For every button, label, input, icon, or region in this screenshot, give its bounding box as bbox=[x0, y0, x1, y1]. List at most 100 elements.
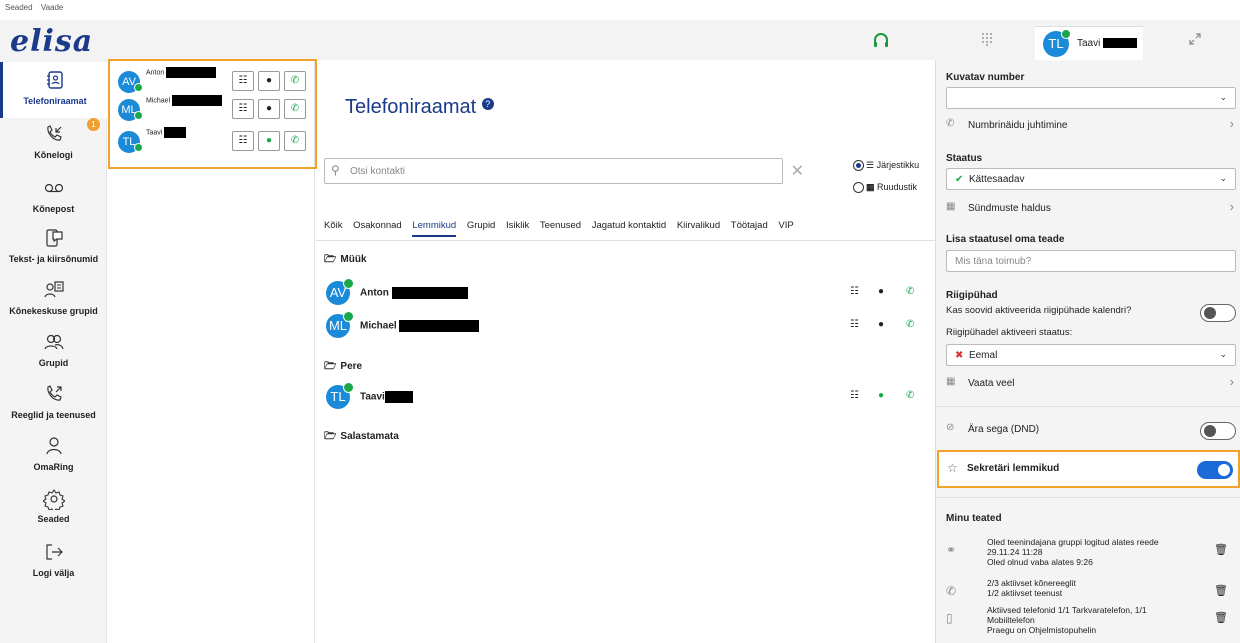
status-message-label: Lisa staatusel oma teade bbox=[946, 234, 1065, 245]
call-icon[interactable]: ✆ bbox=[906, 286, 914, 297]
holidays-toggle[interactable] bbox=[1200, 304, 1236, 322]
trash-icon[interactable]: 🗑 bbox=[1214, 543, 1228, 556]
message-button[interactable]: ● bbox=[258, 99, 280, 119]
sidebar-item-messages[interactable]: Tekst- ja kiirsõnumid bbox=[0, 222, 107, 274]
transfer-button[interactable]: ☷ bbox=[232, 131, 254, 151]
gear-icon bbox=[41, 488, 66, 513]
divider bbox=[935, 497, 1240, 498]
favorite-name: Taavi bbox=[146, 129, 163, 137]
sidebar-item-label: Kõnelogi bbox=[34, 150, 73, 160]
see-more-link[interactable]: ▦ Vaata veel › bbox=[946, 374, 1236, 394]
events-link[interactable]: ▦ Sündmuste haldus › bbox=[946, 199, 1236, 219]
numbers-link[interactable]: ✆ Numbrinäidu juhtimine › bbox=[946, 116, 1236, 136]
trash-icon[interactable]: 🗑 bbox=[1214, 611, 1228, 624]
status-message-placeholder: Mis täna toimub? bbox=[955, 256, 1032, 267]
tab-departments[interactable]: Osakonnad bbox=[353, 220, 402, 235]
sidebar-item-phonebook[interactable]: Telefoniraamat bbox=[0, 62, 107, 118]
notice-line: Oled olnud vaba alates 9:26 bbox=[987, 557, 1093, 567]
view-grid-radio[interactable]: ▦ Ruudustik bbox=[853, 182, 918, 194]
redacted-block bbox=[164, 127, 187, 138]
tab-shared-contacts[interactable]: Jagatud kontaktid bbox=[592, 220, 666, 235]
contact-row[interactable]: ML Michael ☷ ● ✆ bbox=[326, 311, 926, 338]
trash-icon[interactable]: 🗑 bbox=[1214, 584, 1228, 597]
toggle-knob bbox=[1204, 307, 1216, 319]
tab-speed-dials[interactable]: Kiirvalikud bbox=[677, 220, 720, 235]
redacted-block bbox=[391, 287, 468, 299]
transfer-button[interactable]: ☷ bbox=[232, 71, 254, 91]
transfer-icon[interactable]: ☷ bbox=[850, 390, 859, 401]
sidebar: Telefoniraamat 1 Kõnelogi Kõnepost Tekst… bbox=[0, 60, 107, 643]
toggle-knob bbox=[1204, 425, 1216, 437]
dialpad-icon[interactable] bbox=[980, 32, 994, 46]
search-input[interactable]: ⚲ Otsi kontakti ✕ bbox=[324, 158, 804, 184]
dnd-toggle[interactable] bbox=[1200, 422, 1236, 440]
phonebook-tabs: Kõik Osakonnad Lemmikud Grupid Isiklik T… bbox=[324, 220, 802, 240]
transfer-button[interactable]: ☷ bbox=[232, 99, 254, 119]
events-link-label: Sündmuste haldus bbox=[968, 203, 1051, 214]
sidebar-item-call-log[interactable]: 1 Kõnelogi bbox=[0, 118, 107, 170]
online-status-icon bbox=[1061, 29, 1071, 39]
group-header[interactable]: 🗁 Pere bbox=[324, 359, 362, 376]
tab-all[interactable]: Kõik bbox=[324, 220, 342, 235]
group-header[interactable]: 🗁 Müük bbox=[324, 252, 367, 269]
message-button[interactable]: ● bbox=[258, 131, 280, 151]
call-button[interactable]: ✆ bbox=[284, 131, 306, 151]
message-icon[interactable]: ● bbox=[878, 286, 884, 297]
status-select[interactable]: ✔ Kättesaadav ⌄ bbox=[946, 168, 1236, 190]
my-notices-label: Minu teated bbox=[946, 513, 1002, 524]
contact-row[interactable]: AV Anton ☷ ● ✆ bbox=[326, 278, 926, 305]
status-message-input[interactable]: Mis täna toimub? bbox=[946, 250, 1236, 272]
call-log-icon bbox=[43, 124, 65, 146]
sidebar-item-call-center[interactable]: Kõnekeskuse grupid bbox=[0, 274, 107, 326]
sidebar-item-logout[interactable]: Logi välja bbox=[0, 534, 107, 586]
tab-groups[interactable]: Grupid bbox=[467, 220, 496, 235]
sidebar-item-settings[interactable]: Seaded bbox=[0, 482, 107, 534]
sidebar-item-groups[interactable]: Grupid bbox=[0, 326, 107, 378]
message-icon[interactable]: ● bbox=[878, 319, 884, 330]
view-grid-label: Ruudustik bbox=[877, 182, 918, 192]
notice-line: Mobiiltelefon bbox=[987, 615, 1035, 625]
transfer-icon[interactable]: ☷ bbox=[850, 319, 859, 330]
headset-icon[interactable] bbox=[872, 32, 890, 50]
clear-search-icon[interactable]: ✕ bbox=[791, 161, 804, 181]
chevron-right-icon: › bbox=[1229, 116, 1234, 131]
sidebar-item-omaring[interactable]: OmaRing bbox=[0, 430, 107, 482]
star-icon: ☆ bbox=[947, 461, 958, 475]
secretary-toggle[interactable] bbox=[1197, 461, 1233, 479]
view-list-radio[interactable]: ☰ Järjestikku bbox=[853, 160, 919, 172]
tab-services[interactable]: Teenused bbox=[540, 220, 581, 235]
menu-view[interactable]: Vaade bbox=[41, 3, 64, 12]
display-number-select[interactable]: ⌄ bbox=[946, 87, 1236, 109]
help-icon[interactable]: ? bbox=[481, 98, 494, 110]
sidebar-item-rules[interactable]: Reeglid ja teenused bbox=[0, 378, 107, 430]
sidebar-item-voicemail[interactable]: Kõnepost bbox=[0, 170, 107, 222]
menu-settings[interactable]: Seaded bbox=[5, 3, 33, 12]
toggle-knob bbox=[1218, 464, 1230, 476]
sidebar-item-label: Seaded bbox=[37, 514, 70, 524]
user-chip[interactable]: TL Taavi bbox=[1035, 26, 1143, 60]
call-button[interactable]: ✆ bbox=[284, 99, 306, 119]
contact-row[interactable]: TL Taavi ☷ ● ✆ bbox=[326, 382, 926, 409]
call-icon[interactable]: ✆ bbox=[906, 319, 914, 330]
mobile-icon: ▯ bbox=[946, 611, 953, 625]
holidays-status-select[interactable]: ✖ Eemal ⌄ bbox=[946, 344, 1236, 366]
call-icon[interactable]: ✆ bbox=[906, 390, 914, 401]
tab-vip[interactable]: VIP bbox=[778, 220, 793, 235]
dnd-row: ⊘ Ära sega (DND) bbox=[946, 420, 1236, 440]
sidebar-item-label: Tekst- ja kiirsõnumid bbox=[8, 254, 99, 264]
contact-name: Anton bbox=[360, 287, 389, 299]
redacted-block bbox=[166, 67, 217, 78]
notice-line: Aktiivsed telefonid 1/1 Tarkvaratelefon,… bbox=[987, 605, 1147, 615]
expand-icon[interactable] bbox=[1188, 32, 1202, 49]
online-status-icon bbox=[134, 83, 143, 92]
message-icon[interactable]: ● bbox=[878, 390, 884, 401]
chevron-down-icon: ⌄ bbox=[1219, 349, 1227, 359]
transfer-icon[interactable]: ☷ bbox=[850, 286, 859, 297]
group-header[interactable]: 🗁 Salastamata bbox=[324, 429, 399, 446]
message-button[interactable]: ● bbox=[258, 71, 280, 91]
tabs-divider bbox=[316, 240, 935, 241]
call-button[interactable]: ✆ bbox=[284, 71, 306, 91]
tab-personal[interactable]: Isiklik bbox=[506, 220, 529, 235]
tab-employees[interactable]: Töötajad bbox=[731, 220, 768, 235]
tab-favorites[interactable]: Lemmikud bbox=[412, 220, 457, 237]
